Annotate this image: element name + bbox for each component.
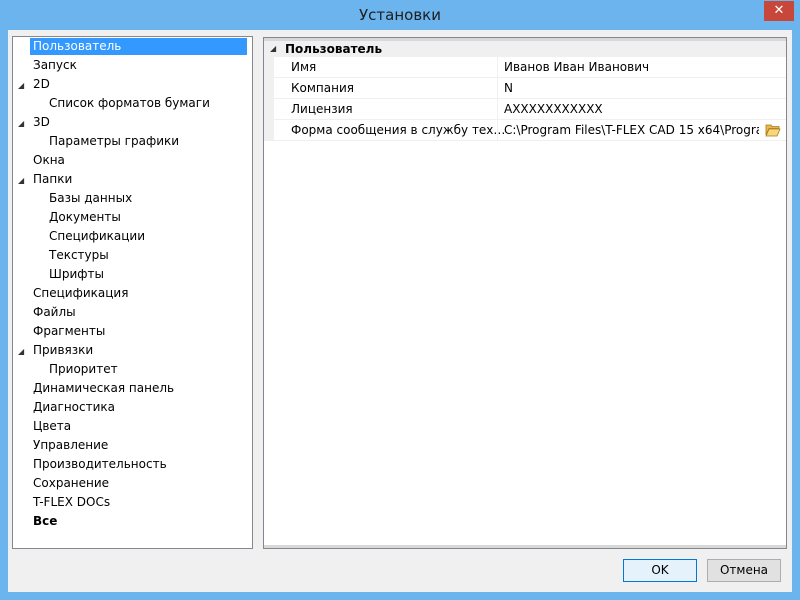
close-icon: ✕ [773, 3, 785, 18]
ok-button[interactable]: OK [623, 559, 697, 582]
property-row[interactable]: Лицензия AXXXXXXXXXXX [274, 99, 786, 120]
tree-item[interactable]: Документы [49, 209, 121, 226]
expand-arrow-icon[interactable]: ◢ [18, 115, 28, 132]
tree-item[interactable]: Приоритет [49, 361, 118, 378]
column-splitter[interactable] [497, 120, 498, 141]
tree-item[interactable]: Спецификации [49, 228, 145, 245]
tree-item[interactable]: Динамическая панель [33, 380, 174, 397]
property-name: Лицензия [291, 102, 353, 116]
property-value[interactable]: C:\Program Files\T-FLEX CAD 15 x64\Progr… [504, 120, 759, 140]
property-value[interactable]: N [504, 78, 759, 98]
tree-item[interactable]: Текстуры [49, 247, 109, 264]
tree-item[interactable]: Шрифты [49, 266, 104, 283]
tree-item[interactable]: Диагностика [33, 399, 115, 416]
collapse-arrow-icon[interactable]: ◢ [270, 41, 280, 57]
property-category[interactable]: ◢ Пользователь [264, 41, 786, 57]
tree-item[interactable]: Производительность [33, 456, 167, 473]
tree-item[interactable]: 2D [33, 76, 50, 93]
tree-item[interactable]: T-FLEX DOCs [33, 494, 110, 511]
title-bar[interactable]: Установки ✕ [0, 0, 800, 30]
folder-open-icon[interactable] [765, 123, 781, 137]
tree-item[interactable]: Цвета [33, 418, 71, 435]
property-gutter [264, 57, 274, 141]
tree-item[interactable]: Параметры графики [49, 133, 179, 150]
tree-item[interactable]: Запуск [33, 57, 77, 74]
tree-item[interactable]: Папки [33, 171, 72, 188]
property-row[interactable]: Компания N [274, 78, 786, 99]
tree-item[interactable]: Окна [33, 152, 65, 169]
tree-item[interactable]: Базы данных [49, 190, 132, 207]
column-splitter[interactable] [497, 78, 498, 99]
property-value[interactable]: AXXXXXXXXXXX [504, 99, 759, 119]
property-category-label: Пользователь [285, 42, 383, 56]
window-title: Установки [359, 6, 441, 24]
property-row[interactable]: Имя Иванов Иван Иванович [274, 57, 786, 78]
cancel-button[interactable]: Отмена [707, 559, 781, 582]
property-grid: ◢ Пользователь Имя Иванов Иван Иванович Ко… [263, 37, 787, 549]
tree-item[interactable]: Сохранение [33, 475, 109, 492]
property-row[interactable]: Форма сообщения в службу техни... C:\Prog… [274, 120, 786, 141]
property-name: Имя [291, 60, 317, 74]
close-button[interactable]: ✕ [764, 1, 794, 21]
dialog-body: Пользователь Запуск ◢ 2D Список форматов бум… [8, 30, 792, 592]
tree-item[interactable]: 3D [33, 114, 50, 131]
tree-item[interactable]: Спецификация [33, 285, 128, 302]
tree-item[interactable]: Список форматов бумаги [49, 95, 210, 112]
tree-item[interactable]: Все [33, 513, 57, 530]
column-splitter[interactable] [497, 99, 498, 120]
expand-arrow-icon[interactable]: ◢ [18, 343, 28, 360]
property-grid-footer [264, 545, 786, 548]
tree-item[interactable]: Привязки [33, 342, 93, 359]
settings-tree[interactable]: Пользователь Запуск ◢ 2D Список форматов бум… [12, 36, 253, 549]
expand-arrow-icon[interactable]: ◢ [18, 172, 28, 189]
column-splitter[interactable] [497, 57, 498, 78]
property-value[interactable]: Иванов Иван Иванович [504, 57, 759, 77]
tree-item[interactable]: Пользователь [30, 38, 247, 55]
expand-arrow-icon[interactable]: ◢ [18, 77, 28, 94]
tree-item[interactable]: Файлы [33, 304, 76, 321]
settings-window: Установки ✕ Пользователь Запуск ◢ 2D Список … [0, 0, 800, 600]
tree-item[interactable]: Управление [33, 437, 108, 454]
property-name: Компания [291, 81, 354, 95]
tree-item[interactable]: Фрагменты [33, 323, 105, 340]
property-name: Форма сообщения в службу техни... [291, 123, 506, 137]
